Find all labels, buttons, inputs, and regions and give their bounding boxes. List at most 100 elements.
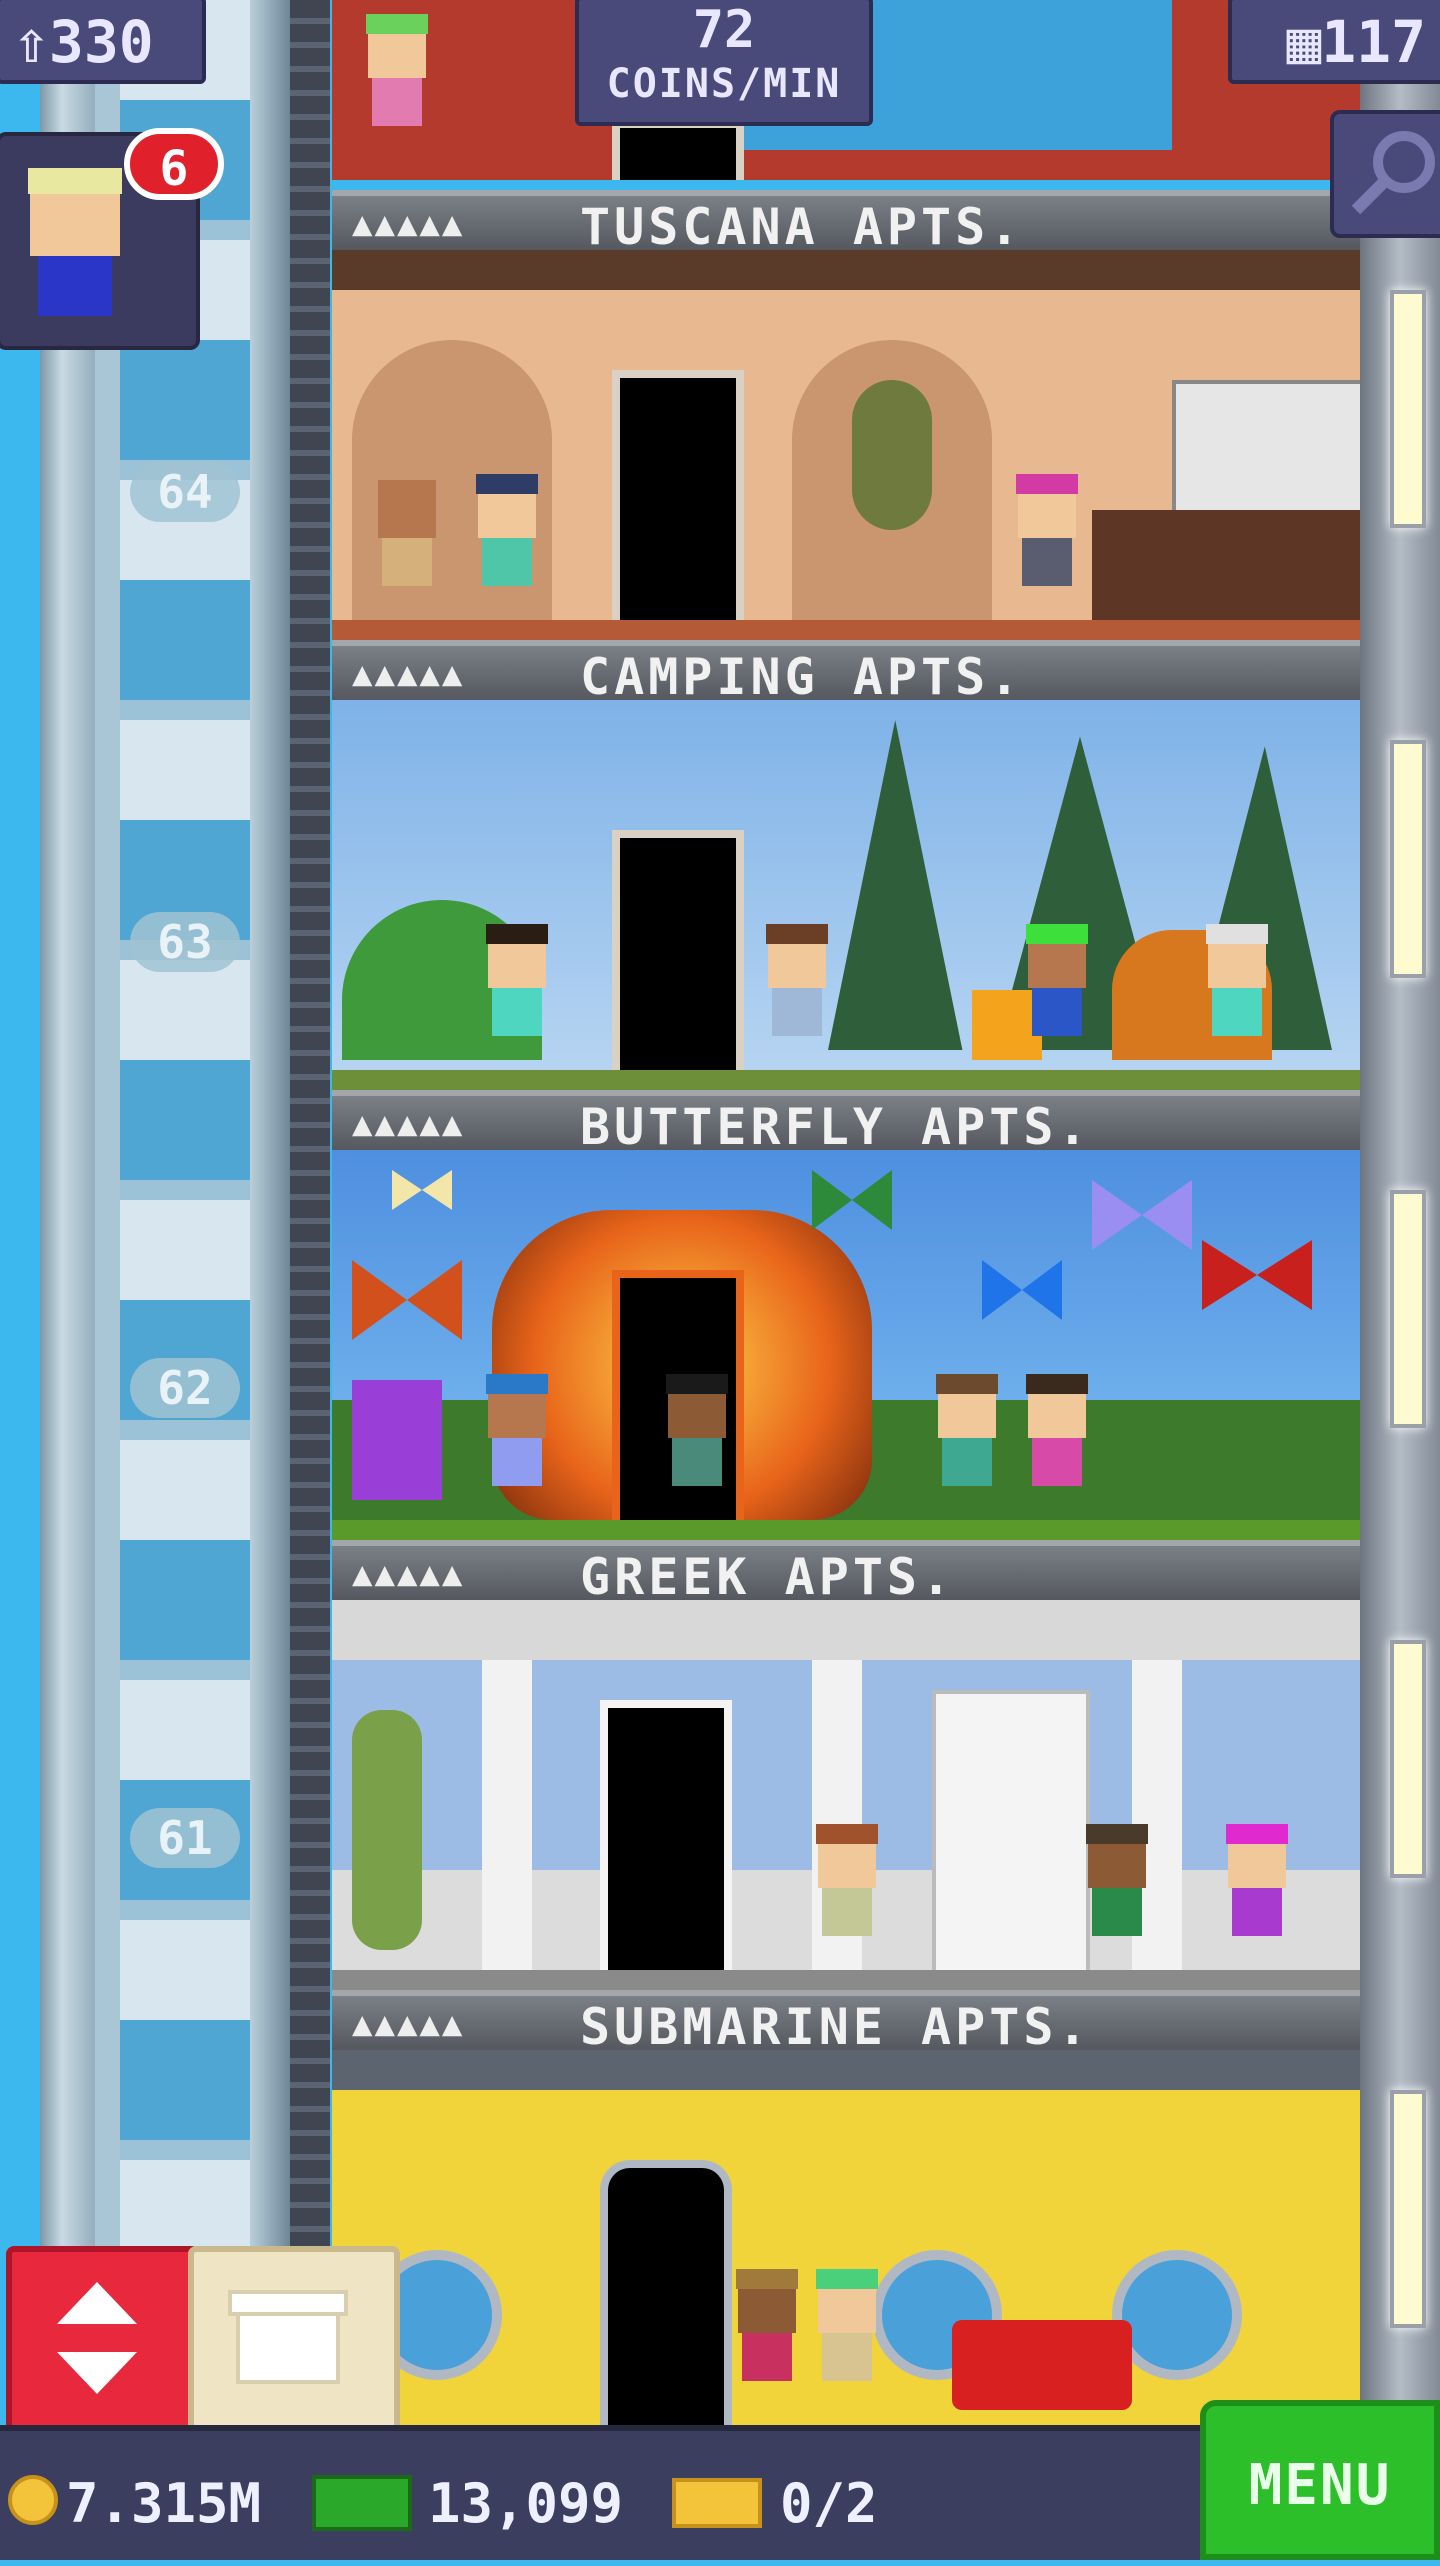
door[interactable] (600, 2160, 732, 2430)
resident[interactable] (1022, 924, 1092, 1060)
resident-hair (1206, 924, 1268, 944)
resident[interactable] (362, 14, 432, 150)
room-submarine (332, 2050, 1360, 2430)
up-down-arrows-icon (57, 2282, 137, 2394)
resident-hair (1026, 1374, 1088, 1394)
coins-per-min-badge: 72 COINS/MIN (575, 0, 873, 126)
coin-icon (8, 2475, 58, 2525)
floor-label-tuscana: ▲▲▲▲▲ TUSCANA APTS. (332, 190, 1360, 256)
occupancy-icons: ▲▲▲▲▲ (352, 204, 465, 244)
sky (0, 0, 40, 2450)
floor-label-greek: ▲▲▲▲▲ GREEK APTS. (332, 1540, 1360, 1606)
pipe-ceiling (332, 2050, 1360, 2090)
floor-submarine[interactable] (332, 2050, 1360, 2440)
resident-body (1212, 988, 1262, 1036)
resident-body (482, 538, 532, 586)
search-button[interactable] (1330, 110, 1440, 238)
floor-label-butterfly: ▲▲▲▲▲ BUTTERFLY APTS. (332, 1090, 1360, 1156)
resident[interactable] (812, 2269, 882, 2405)
greek-frieze (332, 1600, 1360, 1660)
resident-body (772, 988, 822, 1036)
resident[interactable] (812, 1824, 882, 1960)
resident-hair (476, 474, 538, 494)
occupancy-icons: ▲▲▲▲▲ (352, 654, 465, 694)
butterfly-icon (392, 1170, 452, 1210)
floor-butterfly[interactable]: ▲▲▲▲▲ GREEK APTS. (332, 1150, 1360, 1606)
resident[interactable] (472, 474, 542, 610)
resident[interactable] (372, 480, 442, 610)
floors-counter[interactable]: ▦117 (1228, 0, 1440, 84)
floor-camping[interactable]: ▲▲▲▲▲ BUTTERFLY APTS. (332, 700, 1360, 1156)
resident-hair (366, 14, 428, 34)
door[interactable] (612, 120, 744, 180)
resident-hair (1026, 924, 1088, 944)
resident-hair (1226, 1824, 1288, 1844)
resident-body (372, 78, 422, 126)
resident-body (1232, 1888, 1282, 1936)
resident[interactable] (1022, 1374, 1092, 1510)
floor-tuscana[interactable]: ▲▲▲▲▲ CAMPING APTS. (332, 250, 1360, 706)
resident-head (378, 480, 436, 538)
floor-name: SUBMARINE APTS. (580, 1998, 1092, 2056)
potted-plant (352, 1710, 422, 1950)
resident[interactable] (732, 2269, 802, 2405)
resident[interactable] (1082, 1824, 1152, 1960)
resident-body (492, 1438, 542, 1486)
build-floor-button[interactable] (188, 2246, 400, 2442)
ticket-icon (672, 2478, 762, 2528)
resident[interactable] (1012, 474, 1082, 610)
resident[interactable] (482, 924, 552, 1060)
resident-body (822, 1888, 872, 1936)
room-butterfly (332, 1150, 1360, 1540)
occupancy-icons: ▲▲▲▲▲ (352, 1104, 465, 1144)
resident[interactable] (482, 1374, 552, 1510)
resident[interactable] (762, 924, 832, 1060)
coins-per-min-value: 72 (692, 0, 756, 60)
shaft-cable (290, 0, 330, 2450)
tickets-count: 0/2 (780, 2472, 878, 2535)
floor-number-64: 64 (130, 462, 240, 522)
butterfly-icon (1202, 1240, 1312, 1310)
floor-greek[interactable]: ▲▲▲▲▲ SUBMARINE APTS. (332, 1600, 1360, 2056)
room-tuscana (332, 250, 1360, 640)
red-sofa (952, 2320, 1132, 2410)
resident-body (1032, 1438, 1082, 1486)
resident-body (1092, 1888, 1142, 1936)
floors-count: 117 (1321, 8, 1426, 76)
butterfly-icon (352, 1260, 462, 1340)
floor-number-63: 63 (130, 912, 240, 972)
door[interactable] (612, 830, 744, 1078)
shaft-rail-right (250, 0, 290, 2450)
door[interactable] (612, 370, 744, 628)
person-icon: ⇧ (14, 8, 49, 76)
box-icon (228, 2290, 348, 2384)
notification-badge: 6 (124, 128, 224, 200)
floor-name: CAMPING APTS. (580, 648, 1024, 706)
door[interactable] (600, 1700, 732, 1978)
occupancy-icons: ▲▲▲▲▲ (352, 1554, 465, 1594)
elevator-button[interactable] (6, 2246, 200, 2442)
resident-body (672, 1438, 722, 1486)
menu-button[interactable]: MENU (1200, 2400, 1440, 2560)
resident-hair (1086, 1824, 1148, 1844)
resident-hair (936, 1374, 998, 1394)
resident[interactable] (1222, 1824, 1292, 1960)
resident-hair (486, 924, 548, 944)
resident[interactable] (1202, 924, 1272, 1060)
floor-label-submarine: ▲▲▲▲▲ SUBMARINE APTS. (332, 1990, 1360, 2056)
resident[interactable] (662, 1374, 732, 1510)
wall-light (1390, 290, 1426, 528)
resident-body (492, 988, 542, 1036)
building-right-wall (1360, 0, 1440, 2450)
wall-light (1390, 1640, 1426, 1878)
floor-surface (332, 620, 1360, 640)
resident-hair (736, 2269, 798, 2289)
elevator-shaft[interactable] (40, 0, 290, 2450)
bux-icon (312, 2475, 412, 2531)
floor-surface (332, 1070, 1360, 1090)
coins-per-min-label: COINS/MIN (606, 61, 842, 107)
kitchen-cabinets (1172, 380, 1360, 518)
residents-counter[interactable]: ⇧330 (0, 0, 206, 84)
floor-number-61: 61 (130, 1808, 240, 1868)
resident[interactable] (932, 1374, 1002, 1510)
